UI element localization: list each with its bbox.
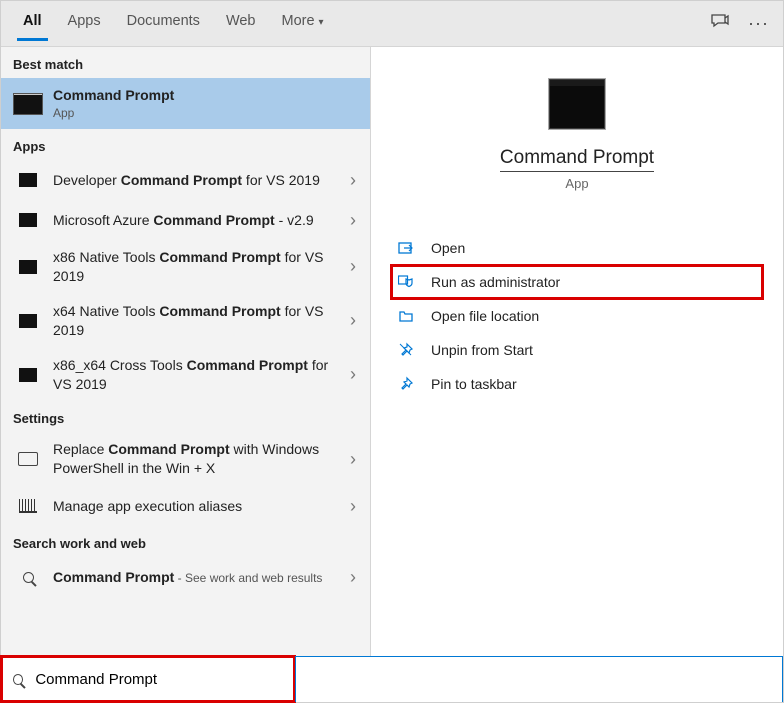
search-icon <box>13 674 23 685</box>
open-icon <box>397 239 415 257</box>
chevron-right-icon[interactable]: › <box>342 364 364 385</box>
app-icon <box>19 173 37 187</box>
tab-documents[interactable]: Documents <box>117 7 210 41</box>
action-open[interactable]: Open <box>391 231 763 265</box>
tab-more-label: More <box>282 13 315 29</box>
tab-more[interactable]: More ▾ <box>272 7 334 41</box>
best-match-title: Command Prompt <box>53 87 174 103</box>
result-web-1[interactable]: Command Prompt - See work and web result… <box>1 557 370 597</box>
more-options-icon[interactable]: ··· <box>748 13 769 34</box>
result-settings-1[interactable]: Replace Command Prompt with Windows Powe… <box>1 432 370 486</box>
app-icon <box>19 368 37 382</box>
chevron-right-icon[interactable]: › <box>342 210 364 231</box>
action-label: Open <box>431 240 465 256</box>
section-settings: Settings <box>1 401 370 432</box>
results-pane: Best match Command Prompt App Apps Devel… <box>1 47 371 656</box>
search-box[interactable] <box>1 656 295 702</box>
preview-title[interactable]: Command Prompt <box>500 147 654 172</box>
unpin-icon <box>397 341 415 359</box>
command-prompt-icon <box>13 93 43 115</box>
section-best-match: Best match <box>1 47 370 78</box>
action-pin-taskbar[interactable]: Pin to taskbar <box>391 367 763 401</box>
list-icon <box>19 499 37 513</box>
best-match-subtitle: App <box>53 105 364 121</box>
app-icon <box>19 314 37 328</box>
taskbar-remainder <box>295 656 783 702</box>
chevron-right-icon[interactable]: › <box>342 449 364 470</box>
action-open-file-location[interactable]: Open file location <box>391 299 763 333</box>
chevron-right-icon[interactable]: › <box>342 170 364 191</box>
action-label: Run as administrator <box>431 274 560 290</box>
app-icon <box>19 213 37 227</box>
preview-pane: Command Prompt App Open Run as administr… <box>371 47 783 656</box>
top-tab-bar: All Apps Documents Web More ▾ ··· <box>1 1 783 47</box>
chevron-right-icon[interactable]: › <box>342 256 364 277</box>
result-app-3[interactable]: x86 Native Tools Command Prompt for VS 2… <box>1 240 370 294</box>
action-run-as-admin[interactable]: Run as administrator <box>391 265 763 299</box>
shield-icon <box>397 273 415 291</box>
chevron-right-icon[interactable]: › <box>342 496 364 517</box>
action-label: Unpin from Start <box>431 342 533 358</box>
result-app-4[interactable]: x64 Native Tools Command Prompt for VS 2… <box>1 294 370 348</box>
result-app-5[interactable]: x86_x64 Cross Tools Command Prompt for V… <box>1 348 370 402</box>
result-app-2[interactable]: Microsoft Azure Command Prompt - v2.9 › <box>1 200 370 240</box>
action-label: Open file location <box>431 308 539 324</box>
pin-icon <box>397 375 415 393</box>
preview-app-icon <box>549 79 605 129</box>
preview-subtitle: App <box>391 176 763 191</box>
section-apps: Apps <box>1 129 370 160</box>
chevron-right-icon[interactable]: › <box>342 310 364 331</box>
tab-apps[interactable]: Apps <box>58 7 111 41</box>
search-icon <box>23 572 34 583</box>
action-label: Pin to taskbar <box>431 376 517 392</box>
folder-icon <box>397 307 415 325</box>
tab-all[interactable]: All <box>13 7 52 41</box>
search-input[interactable] <box>33 670 287 689</box>
monitor-icon <box>18 452 38 466</box>
feedback-icon[interactable] <box>710 13 730 34</box>
result-app-1[interactable]: Developer Command Prompt for VS 2019 › <box>1 160 370 200</box>
action-unpin-start[interactable]: Unpin from Start <box>391 333 763 367</box>
tab-web[interactable]: Web <box>216 7 266 41</box>
section-work-web: Search work and web <box>1 526 370 557</box>
chevron-down-icon: ▾ <box>319 17 324 28</box>
result-settings-2[interactable]: Manage app execution aliases › <box>1 486 370 526</box>
app-icon <box>19 260 37 274</box>
result-best-match[interactable]: Command Prompt App <box>1 78 370 129</box>
chevron-right-icon[interactable]: › <box>342 567 364 588</box>
